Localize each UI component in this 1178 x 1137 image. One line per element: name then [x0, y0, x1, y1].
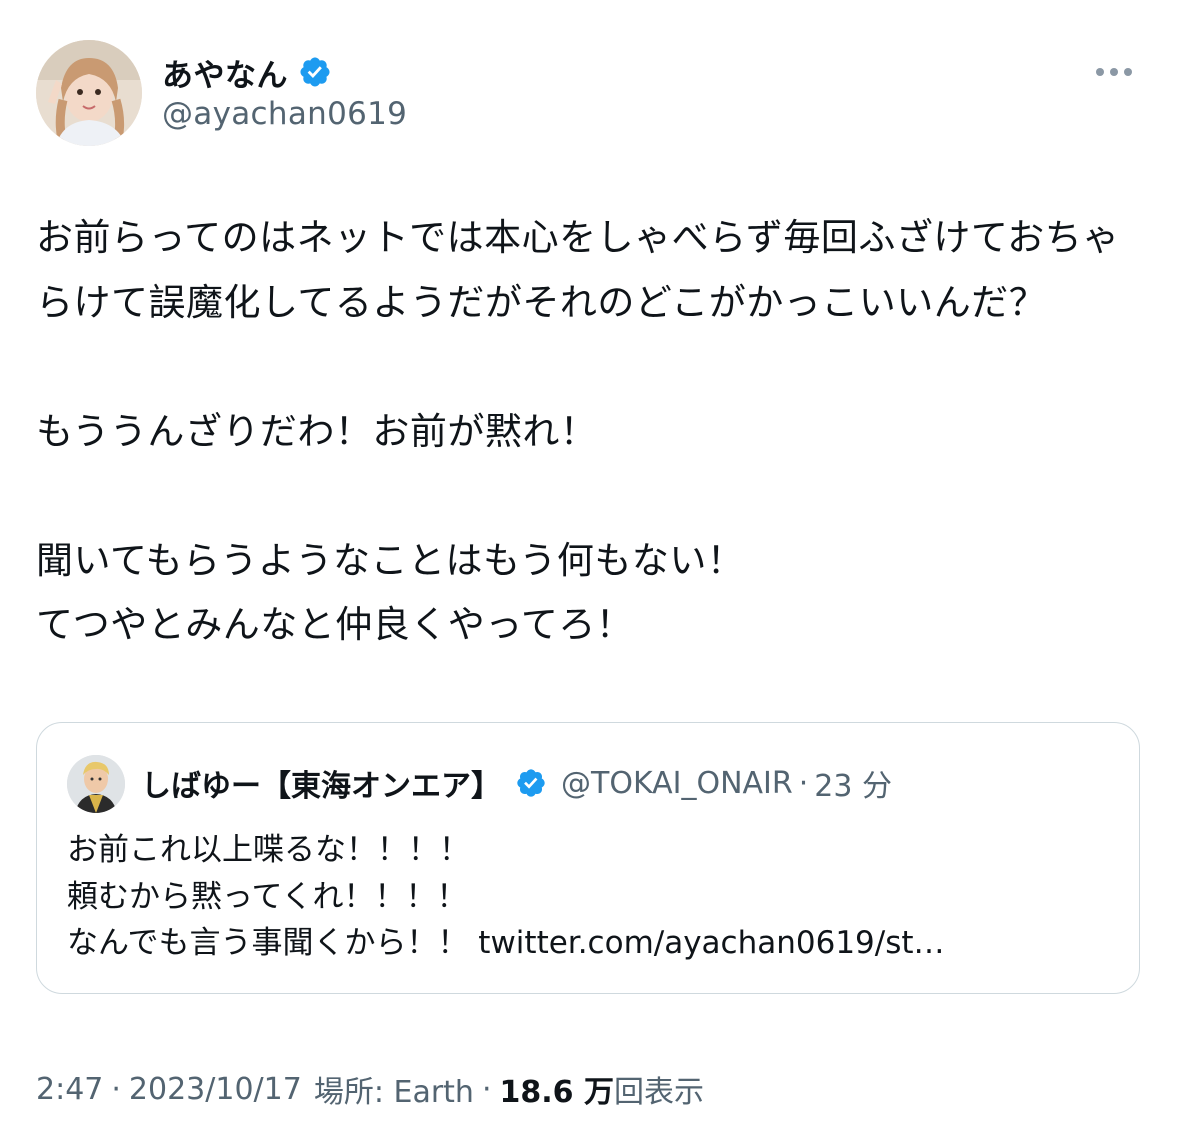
tweet-date[interactable]: 2023/10/17	[129, 1072, 302, 1107]
quoted-handle[interactable]: @TOKAI_ONAIR	[561, 766, 793, 801]
quoted-author-avatar[interactable]	[67, 755, 125, 813]
tweet-location: 場所: Earth	[313, 1075, 474, 1110]
verified-badge-icon[interactable]	[298, 55, 332, 89]
separator-dot: ·	[798, 765, 809, 801]
tweet-meta: 2:47 · 2023/10/17 場所: Earth · 18.6 万 回表示	[36, 1066, 704, 1112]
author-avatar[interactable]	[36, 40, 142, 146]
separator-dot: ·	[481, 1071, 492, 1107]
separator-dot: ·	[111, 1071, 121, 1107]
tweet-time[interactable]: 2:47	[36, 1072, 103, 1107]
author-name-row[interactable]: あやなん	[162, 50, 332, 94]
verified-badge-icon[interactable]	[515, 767, 547, 799]
tweet: あやなん @ayachan0619 お前らってのはネットでは本心をしゃべらず毎回…	[0, 0, 1178, 1137]
view-count[interactable]: 18.6 万	[499, 1067, 613, 1111]
more-options-icon[interactable]	[1092, 60, 1136, 84]
view-count-label: 回表示	[613, 1075, 704, 1110]
tweet-header: あやなん @ayachan0619	[36, 40, 1146, 148]
quoted-timestamp[interactable]: 23 分	[814, 761, 892, 805]
quoted-tweet-text: お前これ以上喋るな！！！！ 頼むから黙ってくれ！！！！ なんでも言う事聞くから！…	[67, 832, 945, 961]
quoted-display-name[interactable]: しばゆー【東海オンエア】	[141, 761, 501, 805]
tweet-body: お前らってのはネットでは本心をしゃべらず毎回ふざけておちゃらけて誤魔化してるよう…	[36, 216, 1120, 646]
author-handle[interactable]: @ayachan0619	[162, 96, 407, 132]
quoted-header: しばゆー【東海オンエア】 @TOKAI_ONAIR · 23 分	[141, 761, 892, 805]
quoted-tweet[interactable]: しばゆー【東海オンエア】 @TOKAI_ONAIR · 23 分 お前これ以上喋…	[36, 722, 1140, 994]
author-display-name[interactable]: あやなん	[162, 50, 288, 95]
